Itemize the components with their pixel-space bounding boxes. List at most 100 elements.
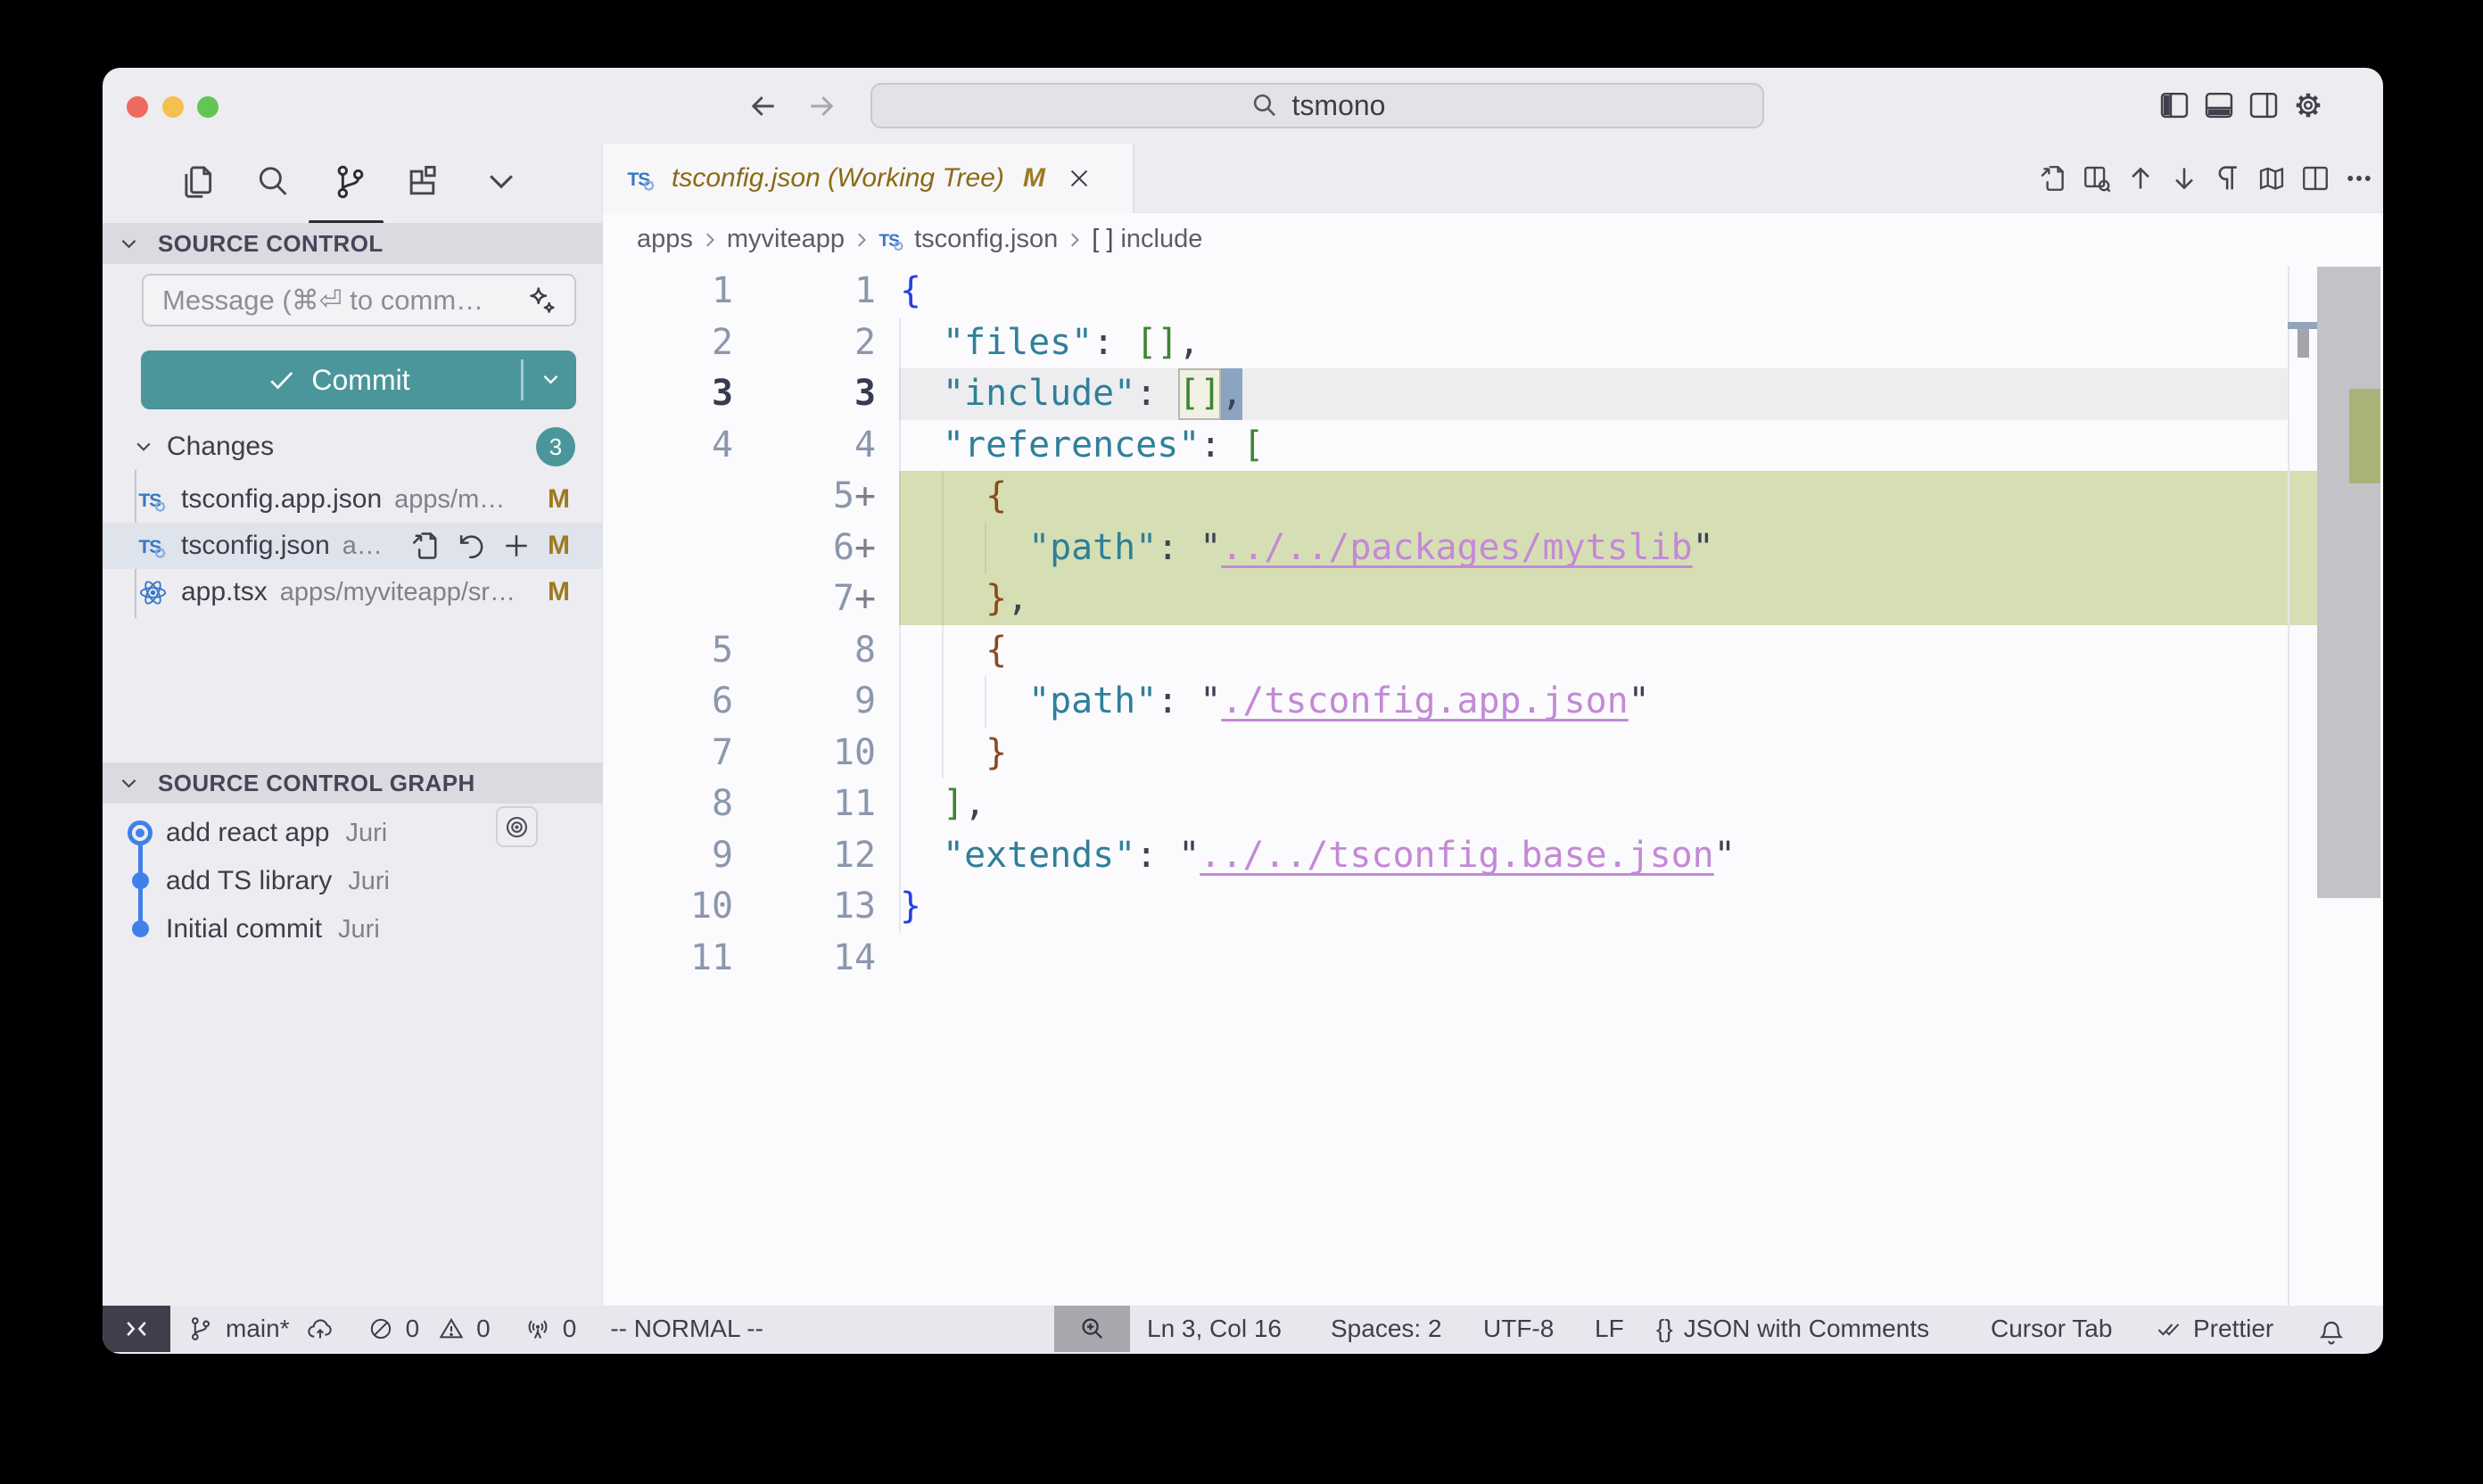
commit-message-input[interactable]: Message (⌘⏎ to comm… xyxy=(142,274,576,326)
stage-changes-icon[interactable] xyxy=(500,530,532,562)
traffic-light-minimize[interactable] xyxy=(162,96,184,118)
source-control-icon[interactable] xyxy=(332,163,369,201)
open-file-icon[interactable] xyxy=(2038,163,2068,194)
indentation-status[interactable]: Spaces: 2 xyxy=(1331,1306,1442,1352)
toggle-whitespace-icon[interactable] xyxy=(2213,163,2243,194)
title-bar: tsmono xyxy=(103,68,2383,144)
code-line[interactable]: 11 14 xyxy=(603,933,2383,985)
file-name: app.tsx xyxy=(181,577,268,607)
traffic-light-close[interactable] xyxy=(127,96,148,118)
code-line[interactable]: 1 1 { xyxy=(603,266,2383,317)
code-line[interactable]: 5 8 { xyxy=(603,625,2383,677)
collapse-chevron-icon[interactable] xyxy=(117,232,141,256)
extensions-icon[interactable] xyxy=(404,163,441,201)
branch-status[interactable]: main* xyxy=(187,1315,334,1343)
next-change-icon[interactable] xyxy=(2169,163,2199,194)
code-line[interactable]: 3 3 "include": [], xyxy=(603,368,2383,420)
notifications-bell-icon[interactable] xyxy=(2317,1306,2346,1352)
remote-indicator[interactable] xyxy=(103,1306,170,1352)
changes-header[interactable]: Changes 3 xyxy=(103,424,603,470)
open-file-icon[interactable] xyxy=(409,530,441,562)
back-arrow-icon[interactable] xyxy=(747,90,780,122)
change-row[interactable]: TS app.tsx apps/myviteapp/sr… M xyxy=(103,569,603,615)
code-token: { xyxy=(900,270,921,311)
tab-close-icon[interactable] xyxy=(1066,165,1093,192)
tab-tsconfig-working-tree[interactable]: TS tsconfig.json (Working Tree) M xyxy=(603,144,1134,213)
sparkle-ai-icon[interactable] xyxy=(527,285,557,316)
breadcrumb-apps[interactable]: apps xyxy=(637,225,693,254)
code-line[interactable]: 10 13 } xyxy=(603,881,2383,933)
commit-button[interactable]: Commit xyxy=(141,350,576,409)
line-number-modified: 5+ xyxy=(733,471,876,523)
code-token xyxy=(900,630,986,671)
goto-current-commit-button[interactable] xyxy=(496,806,538,847)
code-line[interactable]: 5+ { xyxy=(603,471,2383,523)
previous-change-icon[interactable] xyxy=(2125,163,2156,194)
code-line[interactable]: 6+ "path": "../../packages/mytslib" xyxy=(603,523,2383,574)
line-number-modified: 14 xyxy=(733,933,876,985)
code-token: : xyxy=(1157,680,1178,721)
line-content xyxy=(876,933,900,985)
breadcrumb-myviteapp[interactable]: myviteapp xyxy=(727,225,845,254)
prettier-status[interactable]: Prettier xyxy=(2156,1306,2273,1352)
toggle-panel-icon[interactable] xyxy=(2203,89,2235,121)
radio-tower-icon xyxy=(524,1315,551,1342)
source-control-graph-header[interactable]: SOURCE CONTROL GRAPH xyxy=(103,763,603,804)
language-status[interactable]: {} JSON with Comments xyxy=(1656,1306,1929,1352)
change-row[interactable]: TS tsconfig.app.json apps/m… M xyxy=(103,476,603,523)
line-content: { xyxy=(876,266,921,317)
code-token: ./tsconfig.app.json xyxy=(1221,680,1628,721)
problems-status[interactable]: 0 0 xyxy=(367,1315,491,1343)
check-icon xyxy=(266,364,298,396)
line-number-original xyxy=(603,471,733,523)
source-control-header[interactable]: SOURCE CONTROL xyxy=(103,223,603,264)
inline-view-toggle-icon[interactable] xyxy=(2082,163,2112,194)
commit-button-label: Commit xyxy=(311,364,409,397)
traffic-light-zoom[interactable] xyxy=(197,96,219,118)
discard-changes-icon[interactable] xyxy=(455,530,487,562)
code-token: ] xyxy=(943,783,964,824)
code-line[interactable]: 4 4 "references": [ xyxy=(603,420,2383,472)
zoom-status-item[interactable] xyxy=(1054,1306,1130,1352)
breadcrumb-tsconfig[interactable]: tsconfig.json xyxy=(914,225,1058,254)
vertical-scrollbar[interactable] xyxy=(2317,267,2380,898)
more-actions-icon[interactable] xyxy=(2344,163,2374,194)
file-path: apps/myviteapp/sr… xyxy=(280,578,516,607)
commit-row[interactable]: Initial commit Juri xyxy=(103,905,603,953)
overview-added-marker xyxy=(2349,389,2380,483)
code-token: " xyxy=(1693,527,1714,568)
views-chevron-icon[interactable] xyxy=(483,163,520,201)
code-line[interactable]: 2 2 "files": [], xyxy=(603,317,2383,369)
code-line[interactable]: 8 11 ], xyxy=(603,779,2383,830)
code-line[interactable]: 9 12 "extends": "../../tsconfig.base.jso… xyxy=(603,830,2383,882)
settings-gear-icon[interactable] xyxy=(2292,89,2324,121)
commit-dot xyxy=(132,920,149,937)
code-line[interactable]: 7 10 } xyxy=(603,728,2383,779)
encoding-status[interactable]: UTF-8 xyxy=(1483,1306,1554,1352)
commit-graph-node xyxy=(126,809,155,857)
diff-editor-content[interactable]: 1 1 { 2 2 "files": [], 3 3 "include": []… xyxy=(603,266,2383,1306)
graph-collapse-chevron-icon[interactable] xyxy=(117,771,141,796)
search-sidebar-icon[interactable] xyxy=(254,163,292,201)
line-number-modified: 11 xyxy=(733,779,876,830)
cursor-tab-status[interactable]: Cursor Tab xyxy=(1991,1306,2112,1352)
code-line[interactable]: 7+ }, xyxy=(603,573,2383,625)
toggle-sidebar-icon[interactable] xyxy=(2158,89,2190,121)
eol-status[interactable]: LF xyxy=(1595,1306,1624,1352)
map-icon[interactable] xyxy=(2256,163,2287,194)
toggle-secondary-sidebar-icon[interactable] xyxy=(2248,89,2280,121)
change-row[interactable]: TS tsconfig.json a… M xyxy=(103,523,603,569)
code-token: "files" xyxy=(943,322,1093,363)
commit-dropdown-icon[interactable] xyxy=(539,367,563,392)
ports-status[interactable]: 0 xyxy=(524,1315,577,1343)
code-line[interactable]: 6 9 "path": "./tsconfig.app.json" xyxy=(603,676,2383,728)
explorer-icon[interactable] xyxy=(179,163,217,201)
changes-chevron-icon[interactable] xyxy=(132,435,155,458)
line-number-original: 8 xyxy=(603,779,733,830)
forward-arrow-icon[interactable] xyxy=(805,90,837,122)
commit-row[interactable]: add TS library Juri xyxy=(103,857,603,905)
split-editor-icon[interactable] xyxy=(2300,163,2330,194)
command-center-search[interactable]: tsmono xyxy=(870,83,1764,128)
cursor-position[interactable]: Ln 3, Col 16 xyxy=(1147,1306,1282,1352)
breadcrumb-include[interactable]: include xyxy=(1120,225,1202,254)
